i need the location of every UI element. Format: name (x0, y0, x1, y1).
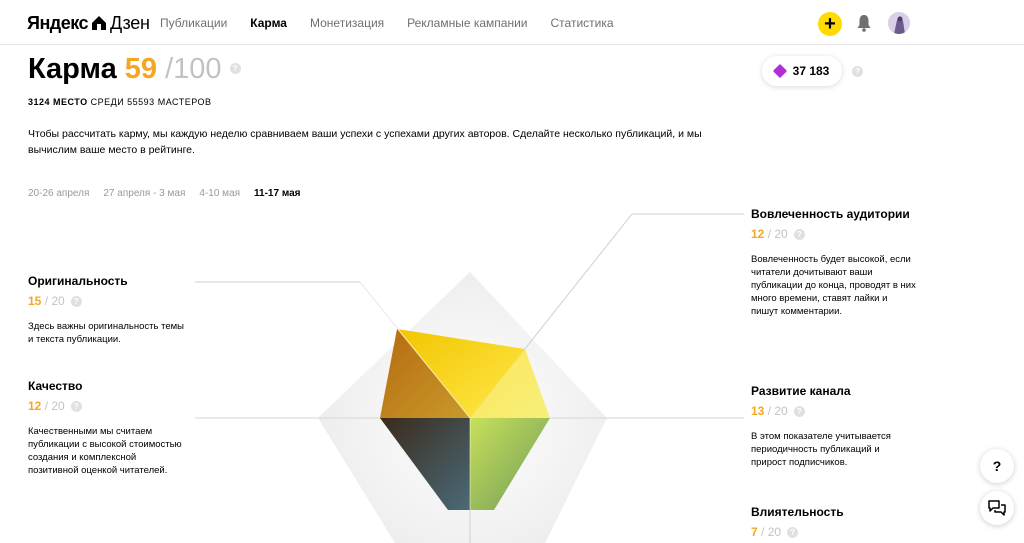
metric-max: / 20 (44, 399, 65, 413)
help-icon[interactable]: ? (793, 406, 805, 418)
logo[interactable]: Яндекс Дзен (27, 12, 150, 34)
metric-score: 15 / 20? (28, 294, 188, 308)
metric-description: Вовлеченность будет высокой, если читате… (751, 254, 916, 317)
metric-name: Вовлеченность аудитории (751, 207, 910, 221)
karma-description: Чтобы рассчитать карму, мы каждую неделю… (28, 128, 702, 156)
week-option-active[interactable]: 11-17 мая (254, 188, 300, 199)
help-icon[interactable]: ? (793, 229, 805, 241)
avatar-image-icon (888, 12, 910, 34)
metric-value: 12 (751, 227, 765, 241)
help-icon[interactable]: ? (70, 296, 82, 308)
metric-description: Качественными мы считаем публикации с вы… (28, 426, 182, 476)
help-icon[interactable]: ? (787, 527, 799, 539)
metric-score: 7 / 20? (751, 525, 911, 539)
week-option[interactable]: 27 апреля - 3 мая (103, 188, 185, 199)
logo-text: Яндекс (27, 12, 89, 33)
metric-name: Оригинальность (28, 274, 128, 288)
metric-description: Здесь важны оригинальность темы и текста… (28, 321, 184, 345)
balance-pill[interactable]: 37 183 (762, 56, 842, 86)
metric-max: / 20 (767, 404, 788, 418)
metric-score: 13 / 20? (751, 404, 911, 418)
metric-value: 12 (28, 399, 42, 413)
karma-radar-chart (195, 213, 744, 543)
karma-max: /100 (165, 53, 222, 85)
top-bar: Яндекс Дзен Публикации Карма Монетизация… (0, 0, 1024, 45)
nav-item-statistics[interactable]: Статистика (551, 16, 614, 30)
week-option[interactable]: 4-10 мая (199, 188, 240, 199)
chat-icon (988, 500, 1006, 516)
metric-name: Влиятельность (751, 505, 844, 519)
balance-value: 37 183 (792, 64, 830, 78)
help-icon[interactable]: ? (852, 66, 863, 77)
rank-line: 3124 место среди 55593 мастеров (28, 97, 212, 107)
metric-name: Качество (28, 379, 83, 393)
add-button[interactable]: + (818, 12, 842, 36)
metric-quality: Качество 12 / 20? Качественными мы счита… (28, 379, 188, 477)
week-option[interactable]: 20-26 апреля (28, 188, 89, 199)
page-title: Карма 59 /100? (28, 53, 241, 86)
metric-score: 12 / 20? (751, 227, 916, 241)
metric-value: 7 (751, 525, 758, 539)
metric-name: Развитие канала (751, 384, 851, 398)
metric-description: В этом показателе учитывается периодично… (751, 431, 891, 468)
nav-item-publications[interactable]: Публикации (160, 16, 227, 30)
metric-max: / 20 (761, 525, 782, 539)
help-button[interactable]: ? (980, 449, 1014, 483)
week-selector: 20-26 апреля 27 апреля - 3 мая 4-10 мая … (28, 188, 315, 199)
metric-max: / 20 (44, 294, 65, 308)
metric-growth: Развитие канала 13 / 20? В этом показате… (751, 384, 911, 469)
main-nav: Публикации Карма Монетизация Рекламные к… (160, 0, 637, 45)
house-icon (92, 16, 107, 30)
help-icon[interactable]: ? (70, 401, 82, 413)
nav-item-ad-campaigns[interactable]: Рекламные кампании (407, 16, 527, 30)
bell-icon[interactable] (856, 14, 872, 32)
metric-influence: Влиятельность 7 / 20? (751, 505, 911, 539)
metric-max: / 20 (767, 227, 788, 241)
diamond-icon (772, 63, 787, 79)
help-icon[interactable]: ? (229, 63, 241, 74)
logo-text-dzen: Дзен (110, 12, 150, 33)
metric-value: 15 (28, 294, 42, 308)
metric-score: 12 / 20? (28, 399, 188, 413)
rank-place: 3124 место (28, 97, 88, 107)
rank-rest: среди 55593 мастеров (90, 97, 212, 107)
nav-item-karma[interactable]: Карма (250, 16, 287, 30)
avatar[interactable] (888, 12, 910, 34)
nav-item-monetization[interactable]: Монетизация (310, 16, 384, 30)
metric-engagement: Вовлеченность аудитории 12 / 20? Вовлече… (751, 207, 916, 318)
metric-originality: Оригинальность 15 / 20? Здесь важны ориг… (28, 274, 188, 346)
chat-button[interactable] (980, 491, 1014, 525)
metric-value: 13 (751, 404, 765, 418)
karma-title: Карма (28, 53, 117, 85)
karma-score: 59 (124, 53, 158, 85)
